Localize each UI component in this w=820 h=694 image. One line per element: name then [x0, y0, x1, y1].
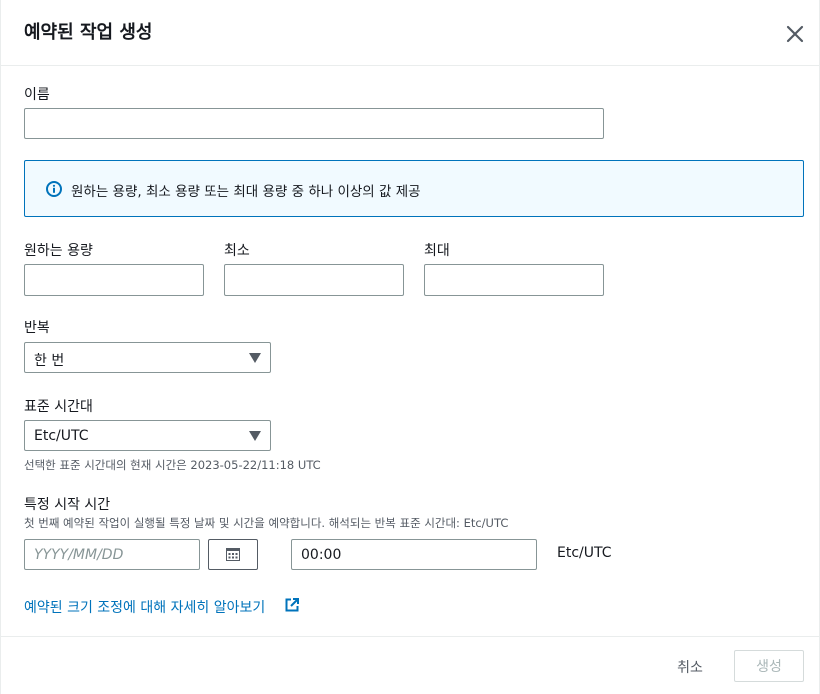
desired-capacity-label: 원하는 용량: [24, 243, 93, 259]
create-button[interactable]: 생성: [734, 650, 804, 682]
timezone-hint: 선택한 표준 시간대의 현재 시간은 2023-05-22/11:18 UTC: [24, 458, 321, 472]
close-button[interactable]: [783, 22, 807, 46]
timezone-value: Etc/UTC: [34, 428, 89, 444]
start-time-hint: 첫 번째 예약된 작업이 실행될 특정 날짜 및 시간을 예약합니다. 해석되는…: [24, 516, 509, 530]
info-icon: [46, 181, 62, 197]
recurrence-value: 한 번: [34, 353, 65, 369]
scheduled-action-dialog: 예약된 작업 생성 이름 원하는 용량, 최소 용량 또는 최대 용량 중 하나…: [0, 0, 820, 694]
recurrence-label: 반복: [24, 320, 50, 336]
max-capacity-input[interactable]: [424, 264, 604, 296]
caret-down-icon: [249, 353, 261, 363]
dialog-header: 예약된 작업 생성: [1, 0, 819, 66]
time-input[interactable]: [291, 539, 537, 570]
dialog-title: 예약된 작업 생성: [24, 22, 153, 43]
min-capacity-label: 최소: [224, 243, 250, 259]
timezone-label: 표준 시간대: [24, 399, 93, 415]
date-input[interactable]: [24, 539, 200, 570]
calendar-button[interactable]: [208, 539, 258, 570]
calendar-icon: [226, 548, 240, 561]
external-link-icon[interactable]: [285, 598, 299, 612]
min-capacity-input[interactable]: [224, 264, 404, 296]
info-text: 원하는 용량, 최소 용량 또는 최대 용량 중 하나 이상의 값 제공: [71, 184, 421, 200]
caret-down-icon: [249, 431, 261, 441]
desired-capacity-input[interactable]: [24, 264, 204, 296]
info-alert: 원하는 용량, 최소 용량 또는 최대 용량 중 하나 이상의 값 제공: [24, 160, 804, 217]
max-capacity-label: 최대: [424, 243, 450, 259]
dialog-footer: 취소 생성: [1, 636, 819, 694]
recurrence-select[interactable]: 한 번: [24, 342, 271, 373]
timezone-select[interactable]: Etc/UTC: [24, 420, 271, 451]
start-time-label: 특정 시작 시간: [24, 497, 111, 513]
name-label: 이름: [24, 87, 50, 103]
cancel-button[interactable]: 취소: [661, 651, 719, 683]
learn-more-link[interactable]: 예약된 크기 조정에 대해 자세히 알아보기: [24, 597, 265, 617]
time-timezone-text: Etc/UTC: [557, 545, 612, 561]
close-icon: [786, 25, 804, 43]
name-input[interactable]: [24, 108, 604, 139]
